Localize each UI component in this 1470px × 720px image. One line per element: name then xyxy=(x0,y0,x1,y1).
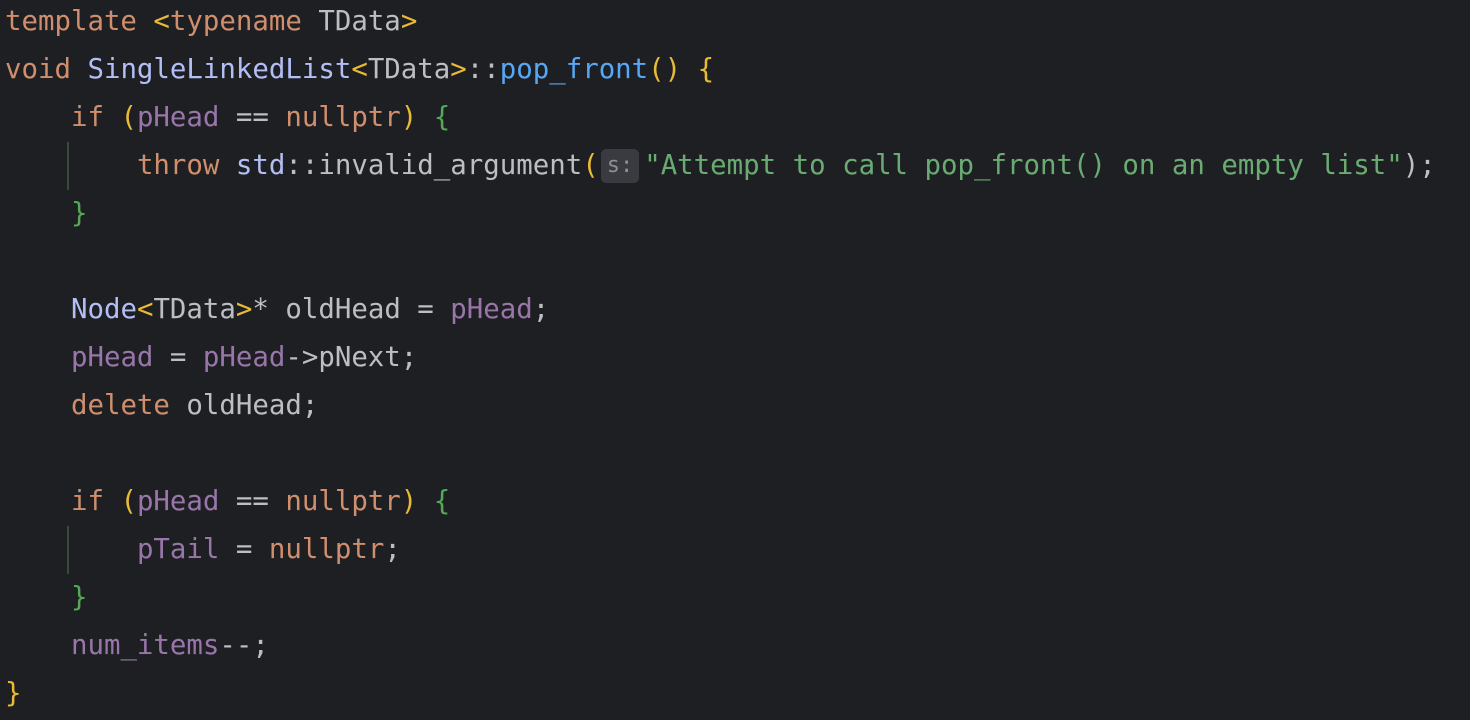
keyword-nullptr: nullptr xyxy=(285,102,401,133)
member-phead: pHead xyxy=(136,486,220,517)
keyword-throw: throw xyxy=(136,150,220,181)
code-line-13[interactable]: } xyxy=(5,574,88,622)
brace: { xyxy=(681,54,715,85)
code-editor[interactable]: template <typename TData> void SingleLin… xyxy=(5,0,1470,720)
keyword-nullptr: nullptr xyxy=(268,534,385,565)
code-line-8[interactable]: pHead = pHead->pNext; xyxy=(5,334,417,382)
keyword-typename: typename xyxy=(169,6,302,37)
member-access: ->pNext; xyxy=(285,342,418,373)
type-param: TData xyxy=(153,294,236,325)
namespace-std: std xyxy=(219,150,286,181)
code-line-1[interactable]: template <typename TData> xyxy=(5,0,417,46)
function-name: pop_front xyxy=(499,54,649,85)
string-literal: "Attempt to call pop_front() on an empty… xyxy=(644,150,1403,181)
brace: } xyxy=(5,678,22,709)
paren: ) xyxy=(400,486,418,517)
class-name: SingleLinkedList xyxy=(70,54,352,85)
member-ptail: pTail xyxy=(136,534,220,565)
paren: ) xyxy=(400,102,418,133)
parens: () xyxy=(648,54,682,85)
keyword-if: if xyxy=(70,486,104,517)
parameter-hint: s: xyxy=(600,149,640,183)
code-line-2[interactable]: void SingleLinkedList<TData>::pop_front(… xyxy=(5,46,714,94)
angle-bracket: > xyxy=(235,294,253,325)
code-line-9[interactable]: delete oldHead; xyxy=(5,382,318,430)
member-phead: pHead xyxy=(70,342,154,373)
keyword-delete: delete xyxy=(70,390,170,421)
class-node: Node xyxy=(70,294,137,325)
code-line-11[interactable]: if (pHead == nullptr) { xyxy=(5,478,450,526)
statement-end: ); xyxy=(1402,150,1436,181)
semicolon: ; xyxy=(532,294,550,325)
brace: } xyxy=(70,198,88,229)
brace: { xyxy=(417,102,451,133)
code-line-5[interactable]: } xyxy=(5,190,88,238)
statement: oldHead; xyxy=(169,390,319,421)
code-line-7[interactable]: Node<TData>* oldHead = pHead; xyxy=(5,286,549,334)
brace: { xyxy=(417,486,451,517)
scope-operator: :: xyxy=(285,150,319,181)
member-phead: pHead xyxy=(450,294,533,325)
operator: == xyxy=(219,486,286,517)
angle-bracket: < xyxy=(136,294,154,325)
angle-bracket: < xyxy=(136,6,170,37)
member-phead: pHead xyxy=(136,102,220,133)
code-line-12[interactable]: pTail = nullptr; xyxy=(5,526,401,574)
code-line-14[interactable]: num_items--; xyxy=(5,622,269,670)
member-phead: pHead xyxy=(202,342,286,373)
brace: } xyxy=(70,582,88,613)
paren: ( xyxy=(582,150,599,181)
member-num-items: num_items xyxy=(70,630,220,661)
type-param: TData xyxy=(367,54,451,85)
operator: = xyxy=(219,534,269,565)
decrement: --; xyxy=(219,630,269,661)
paren: ( xyxy=(103,486,137,517)
function-call: invalid_argument xyxy=(318,150,583,181)
semicolon: ; xyxy=(384,534,401,565)
keyword-template: template xyxy=(5,6,137,37)
keyword-void: void xyxy=(5,54,71,85)
code-line-4[interactable]: throw std::invalid_argument(s: "Attempt t… xyxy=(5,142,1436,190)
angle-bracket: < xyxy=(351,54,368,85)
type-param: TData xyxy=(301,6,401,37)
operator: = xyxy=(153,342,203,373)
keyword-nullptr: nullptr xyxy=(285,486,401,517)
operator: == xyxy=(219,102,286,133)
declaration: * oldHead = xyxy=(252,294,451,325)
angle-bracket: > xyxy=(400,6,418,37)
code-line-15[interactable]: } xyxy=(5,670,22,718)
angle-bracket: > xyxy=(450,54,467,85)
keyword-if: if xyxy=(70,102,104,133)
paren: ( xyxy=(103,102,137,133)
scope-operator: :: xyxy=(466,54,500,85)
code-line-3[interactable]: if (pHead == nullptr) { xyxy=(5,94,450,142)
